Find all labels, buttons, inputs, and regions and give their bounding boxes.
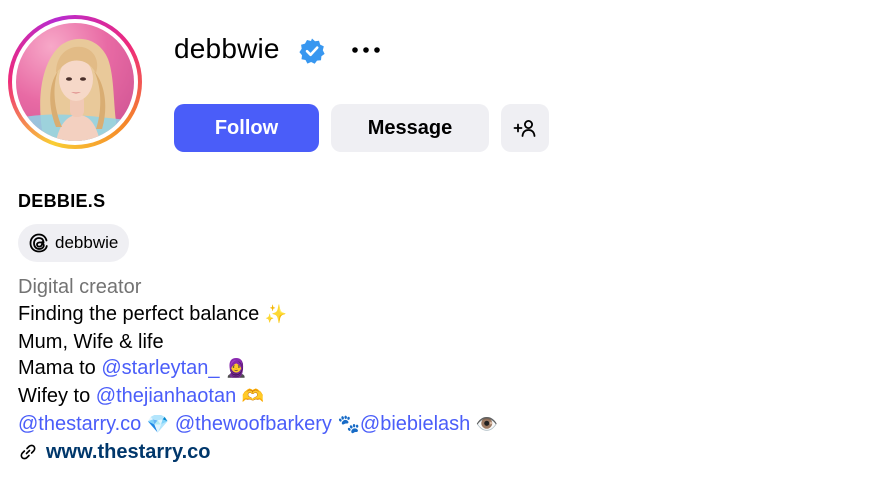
- avatar-story-ring[interactable]: [8, 15, 142, 149]
- mention-link[interactable]: @thejianhaotan: [96, 385, 236, 407]
- bio-line: Mama to @starleytan_ 🧕: [18, 355, 498, 383]
- bio-text: Wifey to: [18, 385, 96, 408]
- gem-emoji: 💎: [146, 413, 170, 435]
- bio-line: @thestarry.co 💎 @thewoofbarkery 🐾@biebie…: [18, 411, 498, 439]
- mention-link[interactable]: @biebielash: [360, 413, 470, 435]
- avatar-ring-gap: [12, 19, 138, 145]
- full-name: DEBBIE.S: [18, 191, 106, 211]
- avatar[interactable]: [16, 23, 134, 141]
- external-link-row[interactable]: www.thestarry.co: [18, 439, 498, 466]
- category-label: Digital creator: [18, 276, 142, 298]
- external-link[interactable]: www.thestarry.co: [46, 439, 211, 466]
- threads-icon: [29, 233, 48, 253]
- verified-badge-icon: [298, 37, 326, 65]
- bio-line: Finding the perfect balance ✨: [18, 301, 498, 329]
- bio-line: Mum, Wife & life: [18, 329, 498, 356]
- bio-text: Mum, Wife & life: [18, 330, 164, 353]
- threads-handle: debbwie: [55, 233, 119, 252]
- bio-text: Finding the perfect balance: [18, 302, 260, 325]
- follow-button[interactable]: Follow: [174, 104, 319, 152]
- message-button[interactable]: Message: [331, 104, 489, 152]
- suggest-people-button[interactable]: [501, 104, 549, 152]
- eye-emoji: 👁️: [475, 413, 499, 435]
- mention-link[interactable]: @starleytan_: [101, 357, 219, 379]
- sparkles-emoji: ✨: [264, 303, 288, 325]
- heart-hands-emoji: 🫶: [241, 386, 265, 408]
- paw-prints-emoji: 🐾: [337, 413, 360, 435]
- link-icon: [20, 444, 36, 460]
- more-options-icon[interactable]: [349, 37, 383, 63]
- bio: Digital creator Finding the perfect bala…: [18, 274, 498, 466]
- username: debbwie: [174, 33, 280, 64]
- person-emoji: 🧕: [225, 358, 248, 380]
- person-plus-icon: [513, 120, 536, 137]
- bio-text: Mama to: [18, 357, 102, 380]
- avatar-portrait-image: [16, 38, 134, 141]
- mention-link[interactable]: @thewoofbarkery: [175, 413, 332, 435]
- bio-line: Wifey to @thejianhaotan 🫶: [18, 383, 498, 411]
- threads-profile-link[interactable]: debbwie: [18, 224, 130, 262]
- mention-link[interactable]: @thestarry.co: [18, 413, 141, 435]
